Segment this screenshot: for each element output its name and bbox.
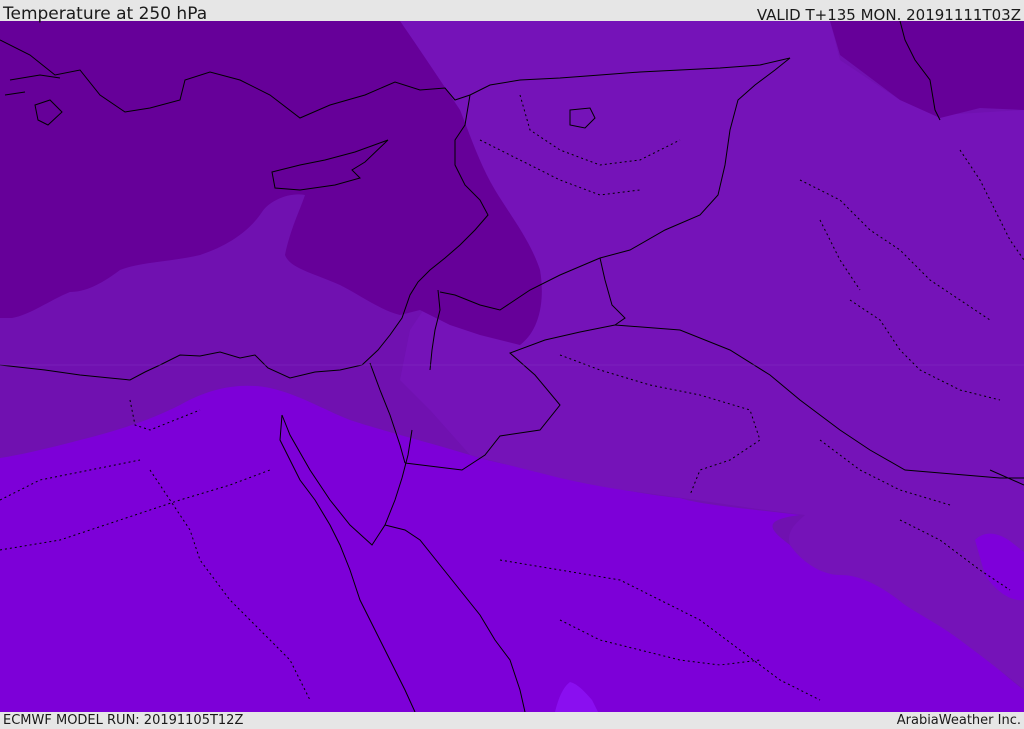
map-canvas (0, 21, 1024, 712)
header-bar: Temperature at 250 hPa VALID T+135 MON. … (0, 0, 1024, 24)
temperature-map[interactable] (0, 21, 1024, 712)
footer-bar: ECMWF MODEL RUN: 20191105T12Z ArabiaWeat… (0, 712, 1024, 729)
credit-label: ArabiaWeather Inc. (896, 713, 1021, 728)
valid-time-label: VALID T+135 MON. 20191111T03Z (756, 6, 1021, 24)
model-run-label: ECMWF MODEL RUN: 20191105T12Z (3, 713, 244, 728)
map-title: Temperature at 250 hPa (3, 4, 208, 24)
